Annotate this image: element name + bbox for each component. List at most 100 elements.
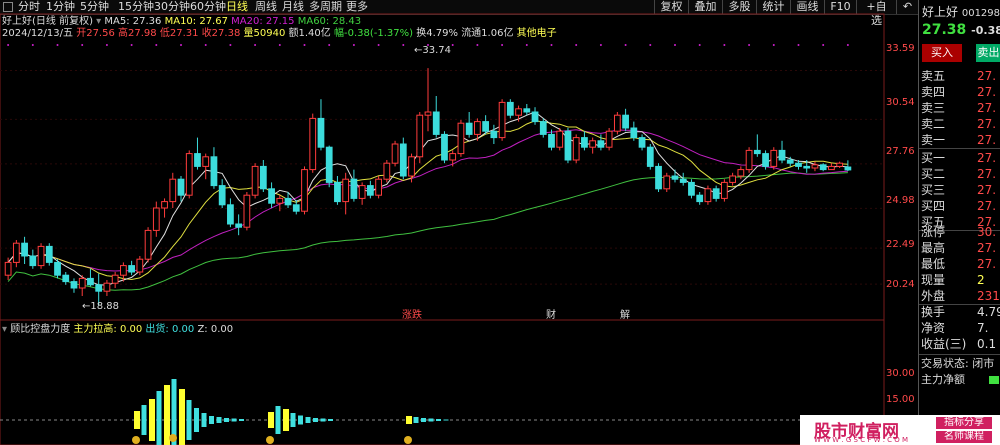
ask-row-4: 卖四 27. [921,84,1000,100]
candle-up [828,165,835,171]
money-bag-icon [404,436,412,444]
indicator-bar [179,389,185,445]
stat-label: 外盘 [921,289,946,303]
site-watermark: 股市财富网 W W W . G S C F W . C O M 指标分享 名师课… [800,415,1000,445]
indicator-bar [216,417,222,423]
low-mark-label: 18.88 [90,301,120,312]
stat-value: 27. [977,257,997,271]
event-mark-jie[interactable]: 解 [620,310,630,322]
candle-down [622,114,629,129]
candle-down [803,165,811,169]
indicator-name[interactable]: 顾比控盘力度 [10,324,70,335]
indicator-bar [290,413,296,427]
stat-row: 现量 2 [921,272,1000,288]
candle-down [334,181,341,203]
stat-value: 7. [977,321,989,335]
candle-up [589,140,597,148]
candle-down [87,277,94,286]
ask-row-5: 卖五 27. [921,68,1000,84]
ask-label: 卖四 [921,85,946,99]
ask-value: 27. [977,133,997,147]
stat-value: 231 [977,289,1000,303]
candle-down [350,178,358,199]
buy-button[interactable]: 买入 [922,44,962,62]
candle-down [95,284,103,292]
candle-up [704,188,712,203]
indicator-main-label: 主力拉高: 0.00 [73,324,143,335]
candle-down [564,130,572,161]
candle-down [819,164,827,171]
candle-up [745,149,753,171]
candle-up [811,164,819,169]
stat-row: 最低 27. [921,256,1000,272]
candle-up [474,121,481,135]
signal-dot [550,44,553,46]
candle-down [128,265,135,273]
candle-up [391,143,399,164]
ma20-line [7,129,848,272]
signal-dot [822,44,825,46]
quote-price-row: 27.38 -0.38 [922,22,1000,38]
signal-dot [673,44,676,46]
bid-value: 27. [977,183,997,197]
candle-down [441,133,448,161]
candle-up [449,153,457,161]
candle-up [457,122,465,155]
candle-down [210,156,218,187]
event-mark-cai[interactable]: 财 [546,310,556,322]
event-mark-zhangdie[interactable]: 涨跌 [402,310,422,322]
candle-up [152,207,160,231]
candle-down [62,274,70,283]
signal-dot [748,44,751,46]
candle-down [679,178,687,183]
money-bag-icon [132,436,140,444]
indicator-bar [231,418,237,422]
signal-dot [451,44,454,46]
signal-dot [599,44,602,46]
candle-up [572,137,580,161]
candle-up [251,165,259,196]
chart-frame [0,13,885,445]
signal-dot [130,44,133,46]
signal-dot [723,44,726,46]
stat-label: 净资 [921,321,946,335]
candle-up [613,114,621,132]
candle-up [301,169,308,212]
signal-dot [155,44,158,46]
indicator-bar [186,400,192,440]
candle-up [111,274,119,284]
signal-dot [229,44,232,46]
candle-up [144,229,152,260]
candle-down [646,146,654,167]
sell-button[interactable]: 卖出 [976,44,1000,62]
candle-down [227,204,234,225]
indicator-bar [413,417,419,423]
ma10-line [7,120,848,281]
stat-row: 净资 7. [921,320,1000,336]
candle-up [498,101,506,139]
candle-up [202,156,210,167]
quote-title: 好上好 001298 [922,3,1000,20]
candle-down [630,127,638,139]
signal-dot [525,44,528,46]
candle-down [523,108,531,113]
ask-value: 27. [977,69,997,83]
ask-value: 27. [977,101,997,115]
signal-dot [204,44,207,46]
candle-down [268,188,275,204]
stat-value: 27. [977,241,997,255]
candle-down [70,281,78,289]
signal-dot [105,44,108,46]
indicator-header: ▾ 顾比控盘力度 主力拉高: 0.00 出货: 0.00 Z: 0.00 [2,324,233,336]
indicator-dropdown-icon[interactable]: ▾ [2,324,7,335]
indicator-bar [275,406,281,434]
high-mark-label: 33.74 [422,45,452,56]
price-axis-label: 22.49 [886,239,915,250]
bid-label: 买二 [921,167,946,181]
candle-up [12,242,20,263]
candle-up [4,261,12,276]
candle-up [136,258,144,273]
kline-chart[interactable] [0,0,918,445]
signal-dot [501,44,504,46]
candle-down [259,165,267,190]
